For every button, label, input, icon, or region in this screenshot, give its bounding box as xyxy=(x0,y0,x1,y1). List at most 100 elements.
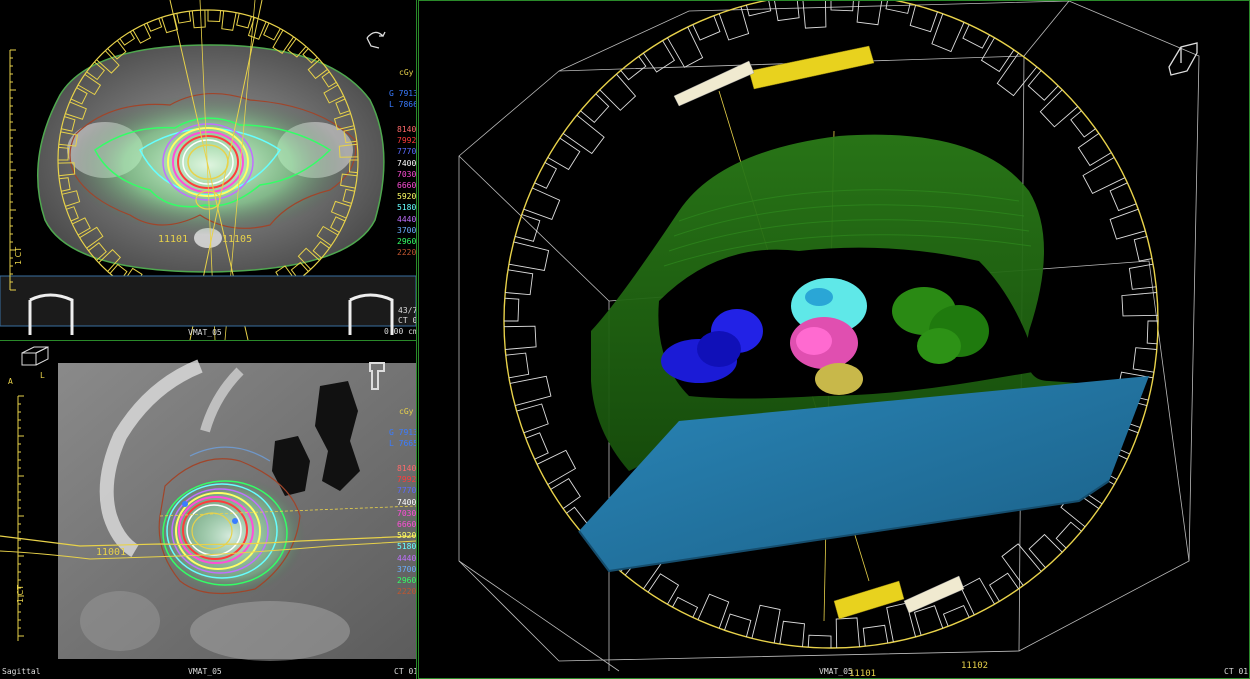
sagittal-dose-header: G 7913 L 7665 xyxy=(389,427,417,449)
collimator-tooth xyxy=(508,241,550,272)
collimator-tooth xyxy=(647,573,680,605)
collimator-block-top xyxy=(748,45,875,90)
axial-image xyxy=(0,0,416,340)
collimator-tooth xyxy=(1077,133,1112,167)
3d-scene xyxy=(458,1,1200,672)
axial-isodose-5180: 5180 xyxy=(397,203,417,213)
collimator-tooth xyxy=(724,613,752,638)
collimator-tooth xyxy=(580,93,610,124)
3d-slice-info: CT 01 xyxy=(1224,667,1249,676)
axial-header-line: L 7866 xyxy=(389,100,417,110)
axial-view[interactable]: cGy G 7913 L 7866 8140 7992 7770 7400 7030 66… xyxy=(0,0,417,341)
collimator-tooth xyxy=(697,593,730,629)
collimator-tooth xyxy=(514,214,541,242)
collimator-block-top-light xyxy=(673,60,755,107)
collimator-tooth xyxy=(1121,292,1159,317)
collimator-tooth xyxy=(505,269,534,296)
collimator-tooth xyxy=(504,297,520,322)
axial-header-line: G 7913 xyxy=(389,89,417,98)
sagittal-isodose-7992: 7992 xyxy=(397,475,417,485)
sagittal-header-line: G 7913 xyxy=(389,428,417,437)
sagittal-dose-unit: cGy xyxy=(399,407,414,416)
3d-structure-label: 11101 xyxy=(849,669,877,679)
sagittal-orientation-a: A xyxy=(8,377,13,386)
sagittal-header-line: L 7665 xyxy=(389,439,417,449)
sagittal-structure-label: 11001 xyxy=(96,547,127,558)
axial-slice-source: CT 01 xyxy=(398,316,417,325)
axial-isodose-8140: 8140 xyxy=(397,125,417,134)
axial-plan-name: VMAT_05 xyxy=(188,328,222,337)
collimator-tooth xyxy=(191,9,206,29)
collimator-tooth xyxy=(779,620,805,647)
sagittal-view-name: Sagittal xyxy=(2,667,41,676)
collimator-tooth xyxy=(807,634,832,648)
sagittal-isodose-8140: 8140 xyxy=(397,464,417,473)
collimator-tooth xyxy=(1001,543,1042,586)
axial-isodose-4440: 4440 xyxy=(397,214,417,224)
collimator-tooth xyxy=(516,403,549,434)
axial-isodose-2220: 2220 xyxy=(397,248,417,258)
collimator-tooth xyxy=(913,605,944,636)
sagittal-isodose-3700: 3700 xyxy=(397,564,417,574)
axial-ruler-label: 1 CT xyxy=(14,246,23,265)
collimator-tooth xyxy=(263,22,281,41)
collimator-tooth xyxy=(988,572,1019,602)
collimator-tooth xyxy=(1146,320,1158,345)
sagittal-isodose-2960: 2960 xyxy=(397,576,417,586)
collimator-tooth xyxy=(1082,157,1126,194)
sagittal-isodose-5920: 5920 xyxy=(397,531,417,541)
axial-isodose-2960: 2960 xyxy=(397,237,417,247)
collimator-tooth xyxy=(599,73,637,111)
axial-slice-number: 43/73 xyxy=(398,306,417,315)
axial-isodose-7770: 7770 xyxy=(397,147,417,157)
axial-isodose-7992: 7992 xyxy=(397,136,417,146)
collimator-tooth xyxy=(802,1,827,29)
axial-isodose-7400: 7400 xyxy=(397,158,417,168)
organ-yellow xyxy=(815,363,863,395)
sagittal-isodose-4440: 4440 xyxy=(397,553,417,563)
collimator-tooth xyxy=(1132,347,1157,373)
orientation-icon xyxy=(1168,42,1198,76)
collimator-tooth xyxy=(960,577,995,616)
sagittal-isodose-7400: 7400 xyxy=(397,497,417,507)
collimator-tooth xyxy=(221,10,237,31)
collimator-tooth xyxy=(856,1,883,26)
collimator-tooth xyxy=(272,29,295,54)
3d-view[interactable]: VMAT_05 11101 11102 CT 01 xyxy=(418,0,1250,679)
target-magenta xyxy=(790,317,858,369)
sagittal-plan-name: VMAT_05 xyxy=(188,667,222,676)
collimator-tooth xyxy=(550,477,581,509)
sagittal-isodose-6660: 6660 xyxy=(397,520,417,530)
collimator-tooth xyxy=(207,10,222,23)
axial-isodose-5920: 5920 xyxy=(397,192,417,202)
axial-slice-position: 0 00 cm xyxy=(384,327,417,336)
collimator-tooth xyxy=(1109,182,1137,212)
axial-isodose-6660: 6660 xyxy=(397,181,417,191)
sagittal-view[interactable]: A L cGy G 7913 L 7665 8140 7992 7770 7400 70… xyxy=(0,341,417,679)
collimator-tooth xyxy=(751,604,781,644)
axial-structure-label: 11101 xyxy=(158,234,189,245)
axial-isodose-3700: 3700 xyxy=(397,225,417,235)
collimator-tooth xyxy=(509,375,552,407)
collimator-tooth xyxy=(547,137,581,171)
axial-dose-header: G 7913 L 7866 xyxy=(389,88,417,110)
collimator-tooth xyxy=(996,52,1038,97)
collimator-tooth xyxy=(505,352,530,379)
3d-structure-label: 11102 xyxy=(961,661,989,671)
sagittal-orientation-l: L xyxy=(40,371,45,380)
collimator-block-bottom xyxy=(833,580,905,620)
sagittal-isodose-legend: 8140 7992 7770 7400 7030 6660 5920 5180 4440 3700… xyxy=(397,463,416,597)
sagittal-isodose-5180: 5180 xyxy=(397,542,417,552)
collimator-tooth xyxy=(672,596,699,618)
collimator-tooth xyxy=(931,13,965,53)
collimator-tooth xyxy=(523,187,561,220)
axial-isodose-legend: 8140 7992 7770 7400 7030 6660 5920 5180 4440 3700… xyxy=(397,124,416,258)
couch xyxy=(0,275,416,327)
sagittal-isodose-2220: 2220 xyxy=(397,587,417,597)
3d-plan-name: VMAT_05 xyxy=(819,667,853,676)
axial-dose-unit: cGy xyxy=(399,68,414,77)
collimator-tooth xyxy=(830,1,854,12)
collimator-tooth xyxy=(132,24,152,44)
sagittal-image xyxy=(0,346,416,661)
collimator-block-bottom-light xyxy=(903,575,965,614)
